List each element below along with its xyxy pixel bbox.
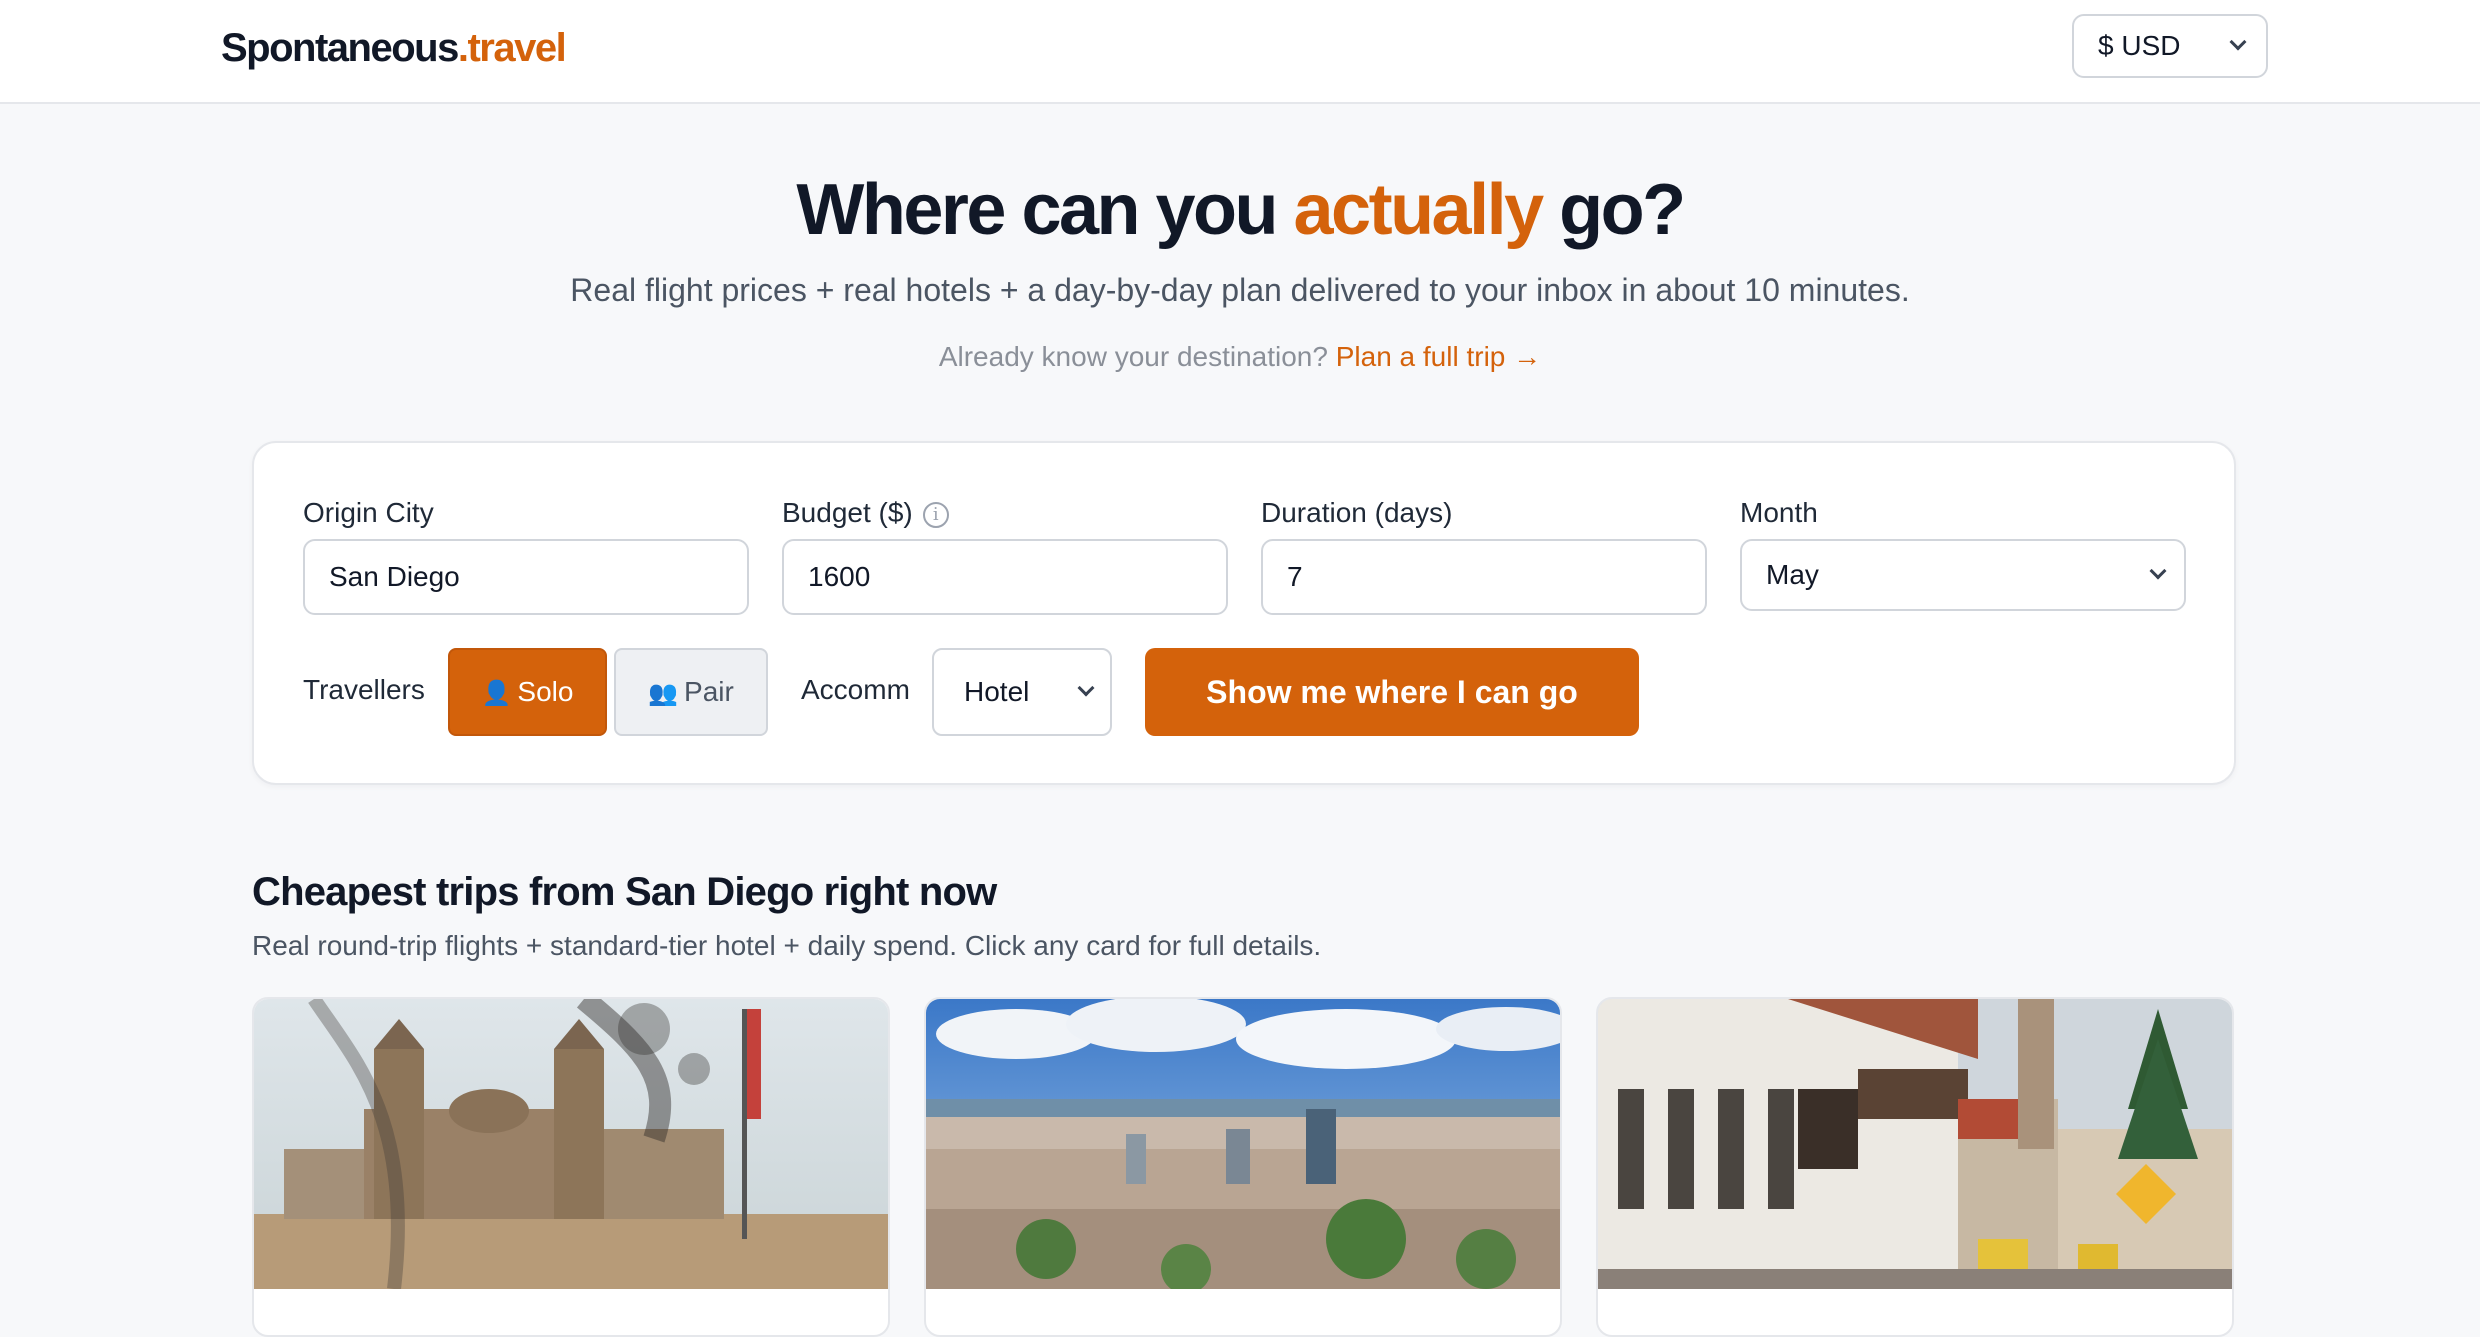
trip-card[interactable]: [252, 997, 890, 1337]
origin-city-value: San Diego: [329, 561, 460, 592]
hero-title-pre: Where can you: [796, 170, 1294, 250]
origin-city-label: Origin City: [303, 497, 434, 528]
pair-label: Pair: [684, 676, 734, 707]
duration-value: 7: [1287, 561, 1303, 592]
people-icon: 👥: [648, 680, 679, 707]
budget-label-text: Budget ($): [782, 497, 913, 528]
chevron-down-icon: [2149, 562, 2167, 580]
chevron-down-icon: [2229, 33, 2247, 51]
month-label: Month: [1740, 497, 1818, 528]
cheapest-trips-subtitle: Real round-trip flights + standard-tier …: [252, 930, 1322, 961]
hero-subtitle: Real flight prices + real hotels + a day…: [570, 272, 1910, 308]
accomm-select[interactable]: Hotel: [932, 648, 1112, 736]
plan-full-trip-link[interactable]: Plan a full trip →: [1336, 341, 1541, 372]
duration-label: Duration (days): [1261, 497, 1453, 528]
hero-title: Where can you actually go?: [0, 166, 2480, 254]
trip-card-image: [926, 999, 1560, 1289]
hero-title-post: go?: [1541, 170, 1686, 250]
accomm-value: Hotel: [964, 676, 1030, 707]
month-select[interactable]: May: [1740, 539, 2186, 611]
show-destinations-button[interactable]: Show me where I can go: [1145, 648, 1639, 736]
know-destination-text: Already know your destination?: [938, 341, 1328, 372]
budget-value: 1600: [808, 561, 871, 592]
trip-card-image: [1598, 999, 2232, 1289]
budget-input[interactable]: 1600: [782, 539, 1228, 615]
origin-city-input[interactable]: San Diego: [303, 539, 749, 615]
top-navbar: Spontaneous.travel $ USD: [0, 0, 2480, 104]
trip-card-image: [254, 999, 888, 1289]
person-icon: 👤: [481, 680, 512, 707]
cheapest-trips-title: Cheapest trips from San Diego right now: [252, 870, 997, 914]
trip-card[interactable]: [924, 997, 1562, 1337]
currency-select[interactable]: $ USD: [2072, 14, 2268, 78]
logo-main: Spontaneous: [221, 26, 459, 70]
trip-card[interactable]: [1596, 997, 2234, 1337]
solo-label: Solo: [517, 676, 574, 707]
budget-label: Budget ($) i: [782, 495, 949, 531]
chevron-down-icon: [1077, 679, 1095, 697]
solo-toggle-button[interactable]: 👤 Solo: [448, 648, 607, 736]
logo-accent: .travel: [457, 26, 567, 70]
travellers-label: Travellers: [303, 674, 425, 705]
currency-value: $ USD: [2098, 30, 2181, 61]
pair-toggle-button[interactable]: 👥 Pair: [614, 648, 768, 736]
trip-search-form: Origin City San Diego Budget ($) i 1600 D…: [252, 441, 2236, 785]
accomm-label: Accomm: [801, 674, 910, 705]
duration-input[interactable]: 7: [1261, 539, 1707, 615]
site-logo[interactable]: Spontaneous.travel: [221, 24, 567, 72]
hero-know-destination: Already know your destination? Plan a fu…: [0, 338, 2480, 376]
info-icon[interactable]: i: [922, 502, 949, 528]
month-value: May: [1766, 559, 1819, 590]
hero-title-accent: actually: [1293, 170, 1545, 250]
